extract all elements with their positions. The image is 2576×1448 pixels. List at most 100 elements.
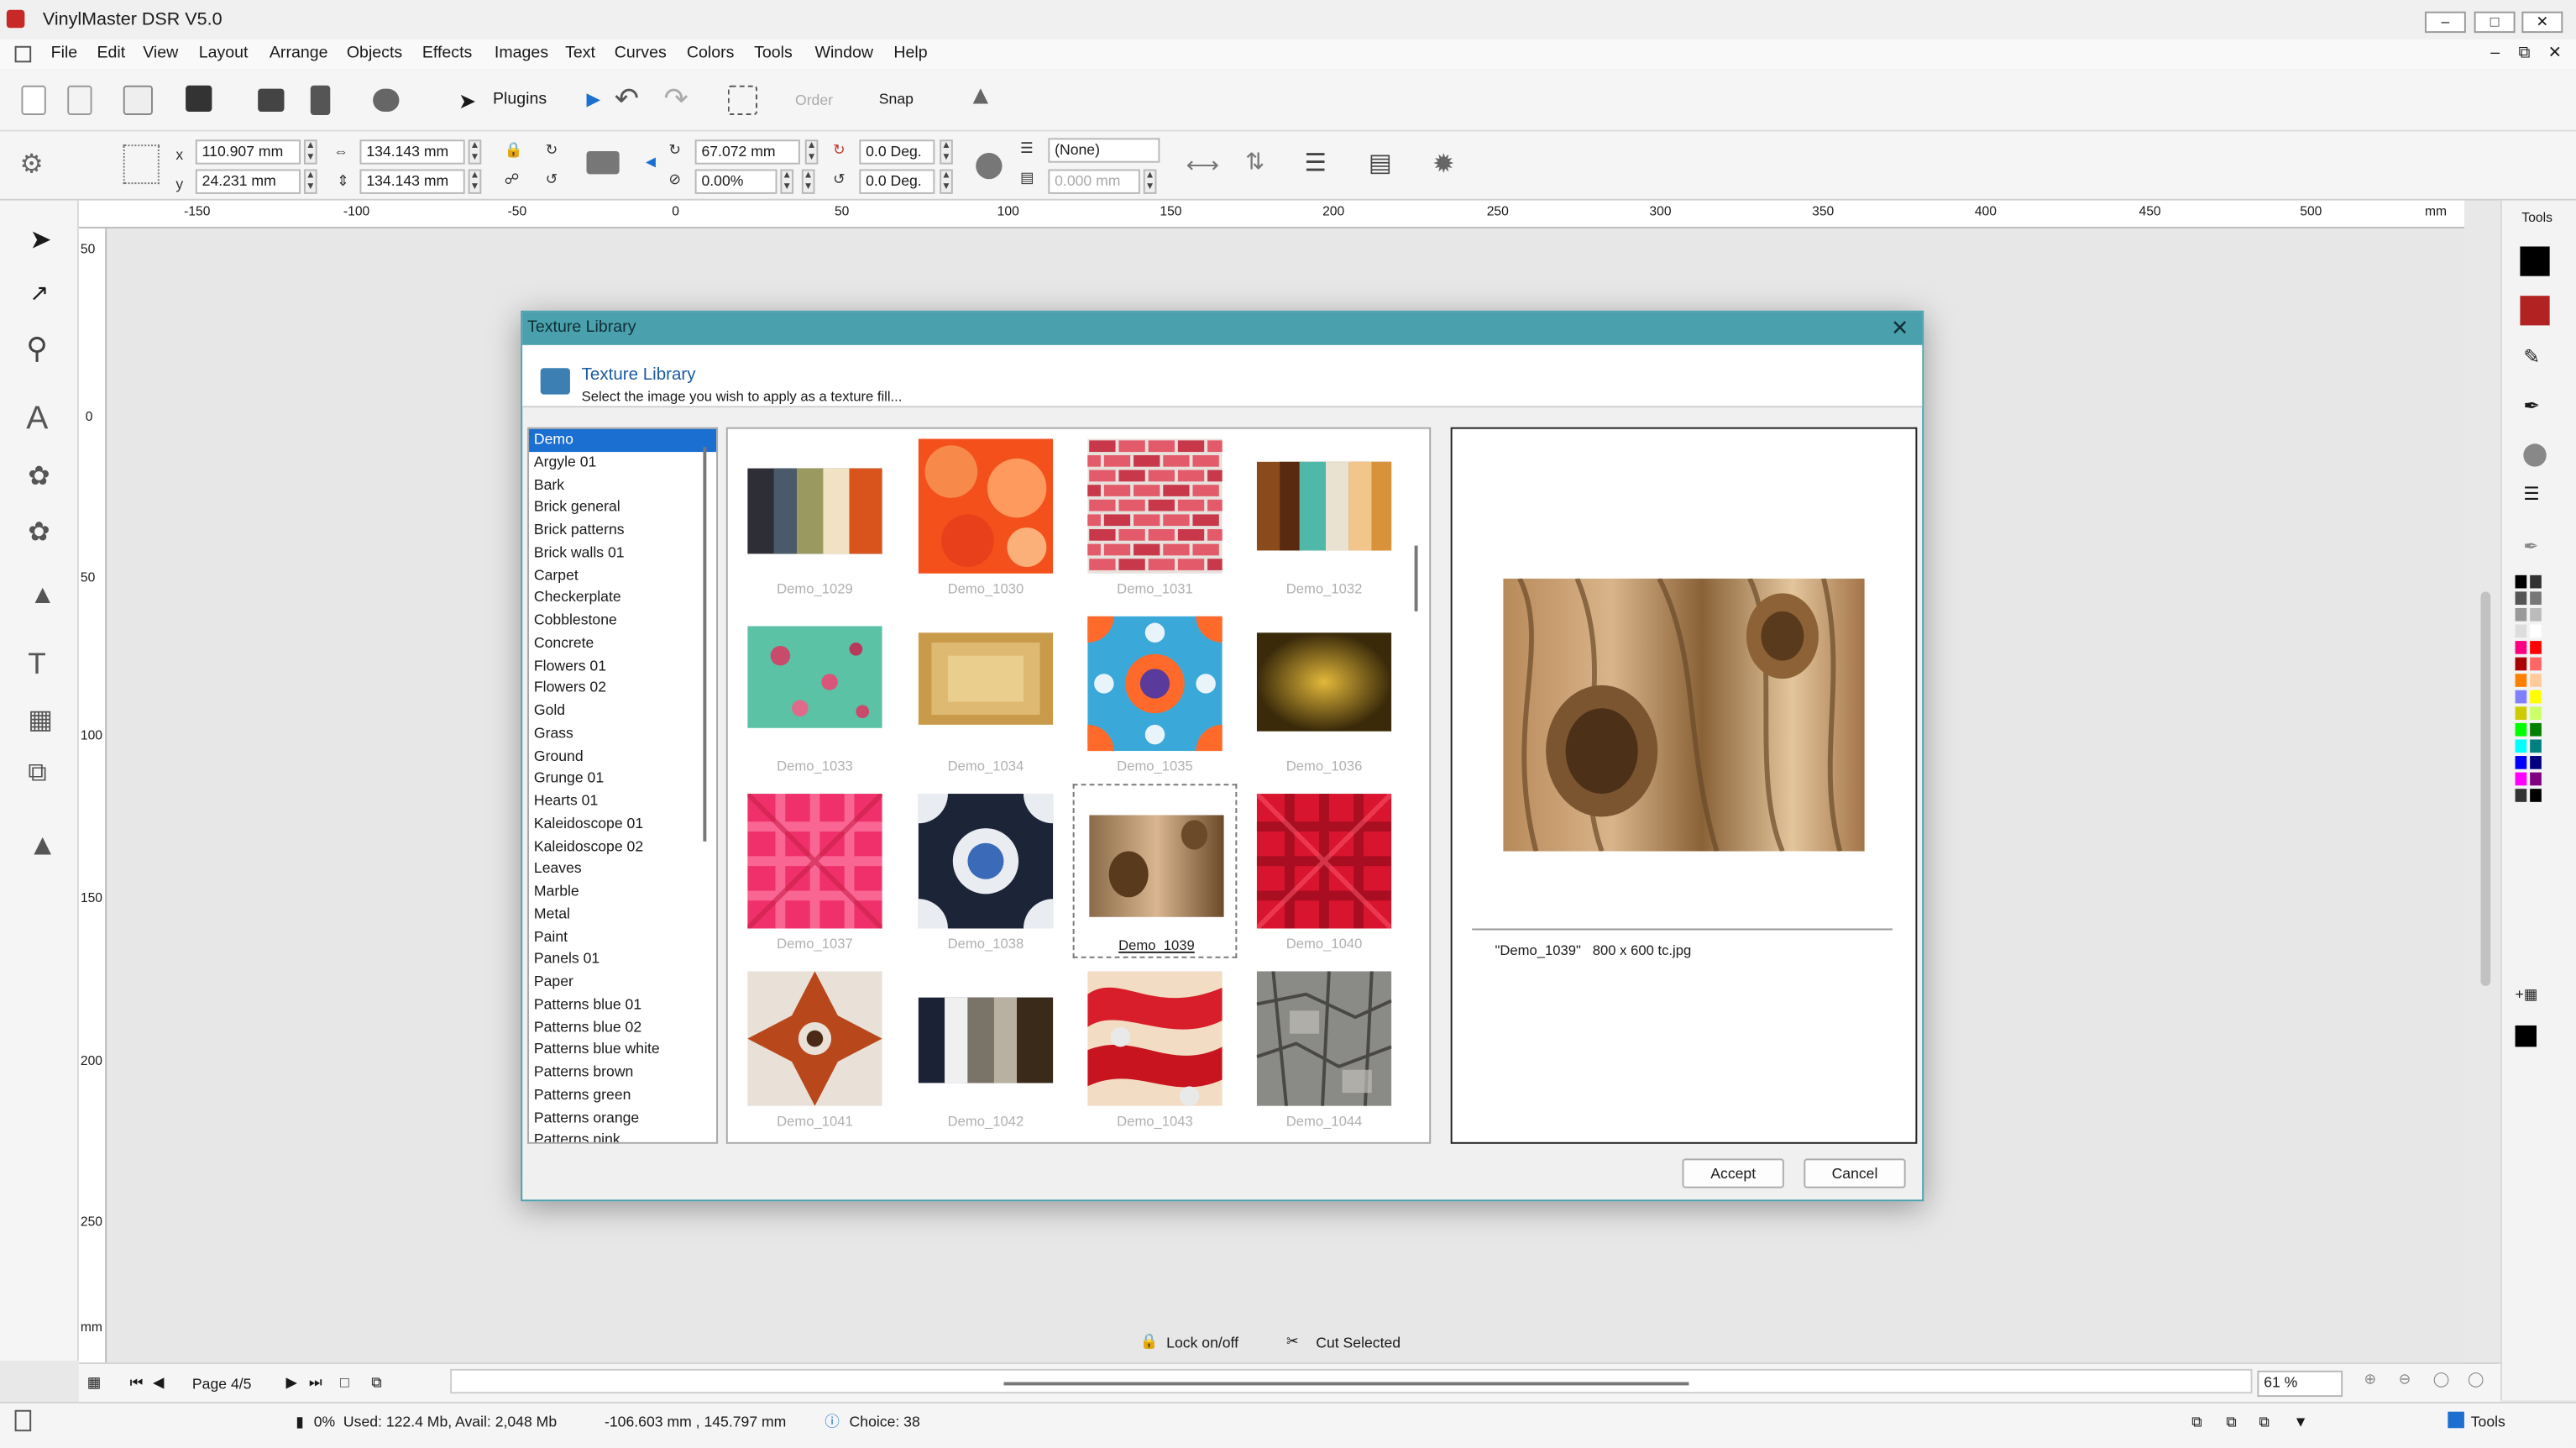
- palette-swatch[interactable]: [2530, 624, 2542, 638]
- texture-tile[interactable]: Demo_1037: [733, 784, 898, 957]
- menu-window[interactable]: Window: [814, 39, 873, 69]
- palette-swatch[interactable]: [2515, 574, 2527, 589]
- category-item[interactable]: Cobblestone: [529, 610, 716, 632]
- category-item[interactable]: Checkerplate: [529, 587, 716, 610]
- texture-tile[interactable]: Demo_1038: [903, 784, 1068, 957]
- category-item[interactable]: Marble: [529, 881, 716, 904]
- palette-swatch[interactable]: [2530, 772, 2542, 786]
- category-item[interactable]: Gold: [529, 700, 716, 723]
- eyedropper-icon[interactable]: ✒: [2523, 536, 2538, 557]
- category-item[interactable]: Patterns orange: [529, 1107, 716, 1130]
- arrow-vertical-icon[interactable]: ⇅: [1245, 148, 1264, 176]
- menu-view[interactable]: View: [143, 39, 178, 69]
- menu-colors[interactable]: Colors: [687, 39, 735, 69]
- select-mode-icon[interactable]: [727, 85, 757, 115]
- plotter-icon[interactable]: [373, 88, 400, 113]
- fill-color-swatch[interactable]: [2520, 296, 2550, 326]
- cut-tool-icon[interactable]: [310, 85, 331, 115]
- width-spinner[interactable]: ▲ ▼: [468, 139, 482, 165]
- mdi-close-icon[interactable]: ✕: [2548, 39, 2562, 69]
- x-field[interactable]: 110.907 mm: [195, 139, 301, 165]
- copy-page-icon[interactable]: ⧉: [371, 1374, 382, 1393]
- document-icon[interactable]: [14, 45, 32, 63]
- template-icon[interactable]: [123, 85, 153, 115]
- palette-swatch[interactable]: [2530, 789, 2542, 802]
- texture-tile[interactable]: Demo_1036: [1242, 606, 1406, 780]
- last-page-button[interactable]: ⏭: [309, 1374, 322, 1393]
- category-item[interactable]: Demo: [529, 428, 717, 452]
- palette-swatch[interactable]: [2515, 624, 2527, 638]
- cancel-button[interactable]: Cancel: [1804, 1158, 1906, 1188]
- snap-button[interactable]: Snap: [879, 91, 914, 108]
- texture-tile[interactable]: Demo_1033: [733, 606, 898, 780]
- menu-help[interactable]: Help: [893, 39, 927, 69]
- zoom-icon[interactable]: ⚲: [26, 332, 48, 366]
- palette-swatch[interactable]: [2515, 772, 2527, 786]
- funnel-icon[interactable]: ▼: [2293, 1403, 2307, 1440]
- skew-y-field[interactable]: 0.0 Deg.: [859, 169, 935, 194]
- category-scrollbar[interactable]: [703, 447, 707, 842]
- skew-x-spinner[interactable]: ▲ ▼: [940, 139, 953, 165]
- category-item[interactable]: Patterns blue 02: [529, 1016, 716, 1039]
- palette-swatch[interactable]: [2530, 657, 2542, 671]
- refresh-icon[interactable]: ↻: [546, 141, 558, 160]
- texture-tile[interactable]: Demo_1039: [1072, 784, 1238, 958]
- close-button[interactable]: ✕: [2521, 11, 2563, 34]
- category-item[interactable]: Flowers 01: [529, 655, 716, 678]
- palette-swatch[interactable]: [2530, 706, 2542, 720]
- cut-selected-button[interactable]: Cut Selected: [1316, 1335, 1401, 1351]
- boolean-icon[interactable]: ⧉: [28, 759, 46, 789]
- zoom-page-icon[interactable]: ◯: [2468, 1371, 2484, 1389]
- lock-toggle[interactable]: Lock on/off: [1166, 1335, 1238, 1351]
- palette-swatch[interactable]: [2530, 591, 2542, 606]
- palette-swatch[interactable]: [2530, 739, 2542, 753]
- plugins-button[interactable]: Plugins: [493, 91, 547, 109]
- sync-icon[interactable]: ↺: [546, 171, 558, 189]
- camera-icon[interactable]: [586, 151, 620, 175]
- category-item[interactable]: Concrete: [529, 632, 716, 655]
- category-item[interactable]: Patterns brown: [529, 1062, 716, 1084]
- save-icon[interactable]: [186, 85, 212, 113]
- pen-icon[interactable]: ▲: [29, 582, 55, 611]
- category-item[interactable]: Grunge 01: [529, 768, 716, 790]
- lines-icon[interactable]: ☰: [2523, 483, 2539, 504]
- play-icon[interactable]: ▶: [587, 89, 601, 110]
- current-color-swatch[interactable]: [2515, 1025, 2537, 1047]
- rotation-field[interactable]: 67.072 mm: [694, 139, 800, 165]
- palette-swatch[interactable]: [2530, 607, 2542, 622]
- lock-icon[interactable]: 🔒: [1140, 1333, 1159, 1351]
- height-field[interactable]: 134.143 mm: [359, 169, 465, 194]
- texture-grid[interactable]: Demo_1029 Demo_1030 Demo_1031 Demo_1032 Demo…: [725, 427, 1432, 1144]
- shape-icon[interactable]: ✿: [28, 460, 50, 493]
- shape-tool-icon[interactable]: ⚙: [19, 148, 43, 181]
- align-text-icon[interactable]: ☰: [1305, 148, 1327, 177]
- category-item[interactable]: Leaves: [529, 858, 716, 881]
- plugins-icon[interactable]: ➤: [458, 89, 476, 115]
- new-file-icon[interactable]: [21, 85, 46, 115]
- cut-selected-icon[interactable]: ✂: [1286, 1333, 1299, 1351]
- texture-tile[interactable]: Demo_1029: [733, 429, 898, 603]
- menu-edit[interactable]: Edit: [97, 39, 125, 69]
- weld-icon[interactable]: ⧉: [2259, 1403, 2270, 1440]
- palette-swatch[interactable]: [2530, 690, 2542, 704]
- print-icon[interactable]: [258, 88, 285, 113]
- first-page-button[interactable]: ⏮: [130, 1374, 144, 1393]
- add-color-icon[interactable]: +▦: [2516, 986, 2538, 1005]
- y-spinner[interactable]: ▲ ▼: [303, 169, 317, 194]
- category-list[interactable]: Demo Argyle 01 Bark Brick general Brick patt…: [527, 427, 719, 1144]
- y-field[interactable]: 24.231 mm: [195, 169, 301, 194]
- category-item[interactable]: Patterns blue white: [529, 1039, 716, 1062]
- layers-icon[interactable]: ⧉: [2226, 1403, 2237, 1440]
- page-settings-icon[interactable]: ▦: [87, 1374, 102, 1393]
- undo-icon[interactable]: ↶: [615, 82, 640, 117]
- category-item[interactable]: Carpet: [529, 564, 716, 587]
- rotate-play-icon[interactable]: ◀: [646, 155, 656, 170]
- x-spinner[interactable]: ▲ ▼: [303, 139, 317, 165]
- mdi-minimize-icon[interactable]: –: [2490, 39, 2500, 69]
- height-spinner[interactable]: ▲ ▼: [468, 169, 482, 194]
- menu-file[interactable]: File: [51, 39, 78, 69]
- line-style-select[interactable]: (None): [1048, 138, 1160, 163]
- texture-tile[interactable]: Demo_1041: [733, 962, 898, 1136]
- palette-swatch[interactable]: [2515, 591, 2527, 606]
- circle-icon[interactable]: [2523, 443, 2547, 467]
